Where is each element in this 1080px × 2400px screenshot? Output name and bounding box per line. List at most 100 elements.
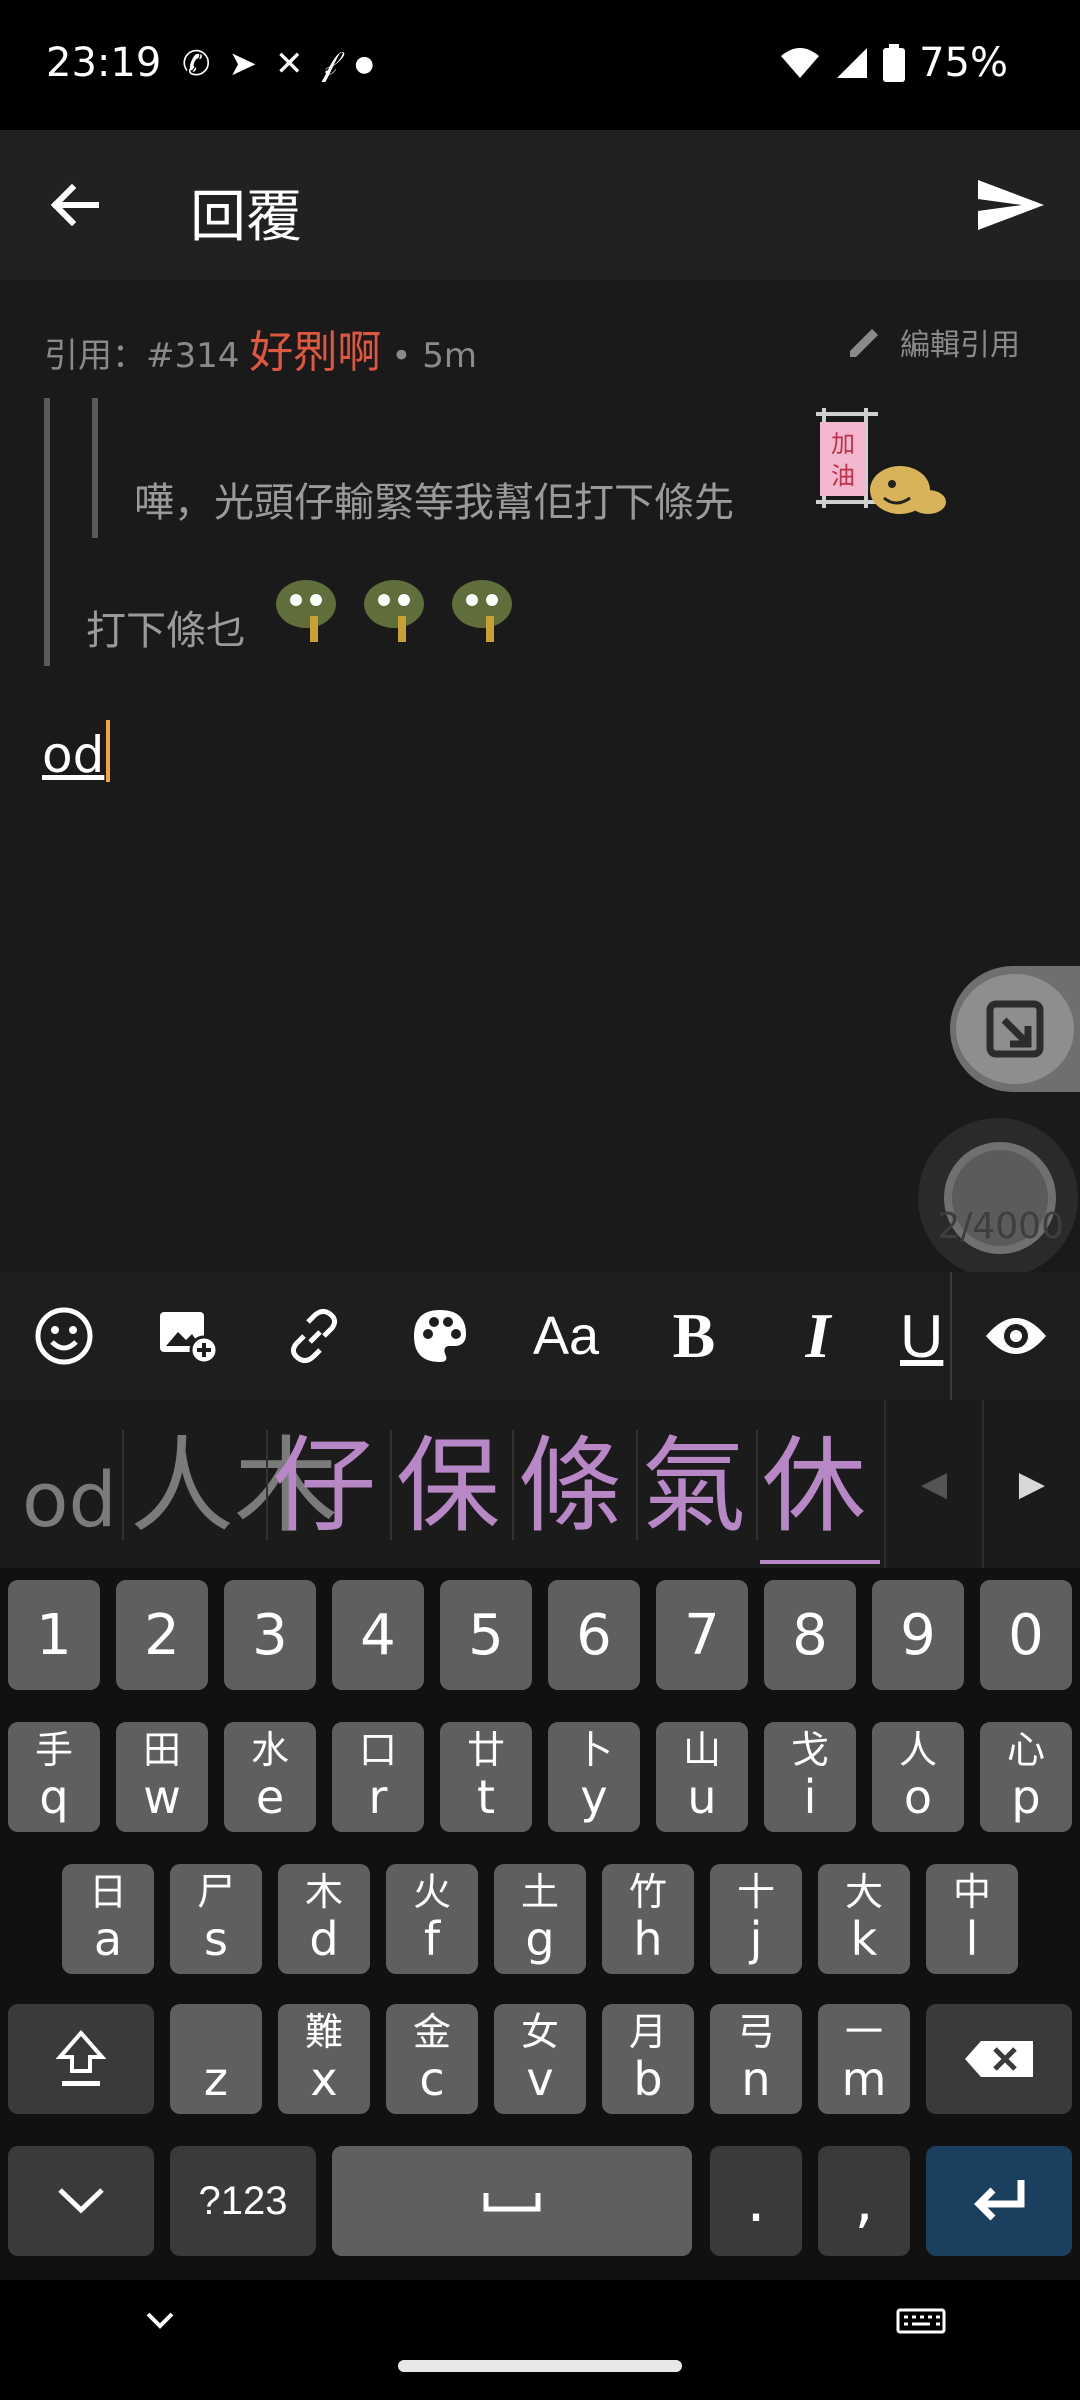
- letter-key[interactable]: 手q: [8, 1722, 100, 1832]
- letter-key[interactable]: 中l: [926, 1864, 1018, 1974]
- candidate-separator: [636, 1430, 638, 1540]
- color-button[interactable]: [400, 1296, 480, 1376]
- letter-key[interactable]: 山u: [656, 1722, 748, 1832]
- number-key[interactable]: 1: [8, 1580, 100, 1690]
- status-right: 75%: [779, 40, 1008, 86]
- letter-key[interactable]: 心p: [980, 1722, 1072, 1832]
- home-handle[interactable]: [398, 2360, 682, 2372]
- app-icon: ✕: [275, 44, 304, 84]
- space-key[interactable]: [332, 2146, 692, 2256]
- letter-key[interactable]: 田w: [116, 1722, 208, 1832]
- reply-input-value: od: [42, 726, 105, 784]
- letter-key[interactable]: 竹h: [602, 1864, 694, 1974]
- number-key[interactable]: 5: [440, 1580, 532, 1690]
- back-button[interactable]: [40, 170, 110, 240]
- key-letter-label: y: [580, 1770, 608, 1824]
- send-button[interactable]: [970, 170, 1050, 240]
- key-radical-label: 大: [844, 1870, 883, 1914]
- number-key[interactable]: 4: [332, 1580, 424, 1690]
- key-radical-label: 廿: [466, 1728, 505, 1772]
- letter-key[interactable]: 難x: [278, 2004, 370, 2114]
- hide-keyboard-key[interactable]: [8, 2146, 154, 2256]
- link-button[interactable]: [274, 1296, 354, 1376]
- key-radical-label: 木: [304, 1870, 343, 1914]
- nested-quote-text: 嘩，光頭仔輸緊等我幫佢打下條先: [134, 480, 734, 526]
- number-key[interactable]: 0: [980, 1580, 1072, 1690]
- letter-key[interactable]: 土g: [494, 1864, 586, 1974]
- letter-key[interactable]: 卜y: [548, 1722, 640, 1832]
- number-key[interactable]: 9: [872, 1580, 964, 1690]
- quote-user[interactable]: 好𠝹啊: [249, 316, 381, 380]
- candidate-item[interactable]: 休: [762, 1426, 866, 1546]
- letter-key[interactable]: 木d: [278, 1864, 370, 1974]
- candidate-separator: [122, 1430, 124, 1540]
- letter-key[interactable]: z: [170, 2004, 262, 2114]
- letter-key[interactable]: 一m: [818, 2004, 910, 2114]
- symbols-key[interactable]: ?123: [170, 2146, 316, 2256]
- send-icon: [978, 180, 1044, 230]
- shift-key[interactable]: [8, 2004, 154, 2114]
- space-icon: [483, 2193, 541, 2212]
- ogre-emoji-icon: [354, 570, 434, 644]
- preview-button[interactable]: [976, 1296, 1056, 1376]
- key-radical-label: 田: [142, 1728, 181, 1772]
- letter-key[interactable]: 戈i: [764, 1722, 856, 1832]
- number-key[interactable]: 8: [764, 1580, 856, 1690]
- number-key[interactable]: 2: [116, 1580, 208, 1690]
- letter-key[interactable]: 尸s: [170, 1864, 262, 1974]
- letter-key[interactable]: 人o: [872, 1722, 964, 1832]
- candidate-item[interactable]: 保: [396, 1426, 500, 1546]
- letter-key[interactable]: 金c: [386, 2004, 478, 2114]
- keyboard-switch-button[interactable]: [896, 2306, 946, 2336]
- candidate-next-button[interactable]: ▶: [984, 1400, 1080, 1568]
- underline-button[interactable]: U: [900, 1296, 950, 1376]
- enter-key[interactable]: [926, 2146, 1072, 2256]
- comma-key[interactable]: ,: [818, 2146, 910, 2256]
- key-letter-label: e: [255, 1770, 285, 1824]
- key-letter-label: c: [419, 2052, 445, 2106]
- italic-button[interactable]: I: [778, 1296, 858, 1376]
- candidate-item[interactable]: 氣: [642, 1426, 746, 1546]
- key-radical-label: 手: [34, 1728, 73, 1772]
- key-letter-label: h: [633, 1912, 663, 1966]
- candidate-item[interactable]: 仔: [272, 1426, 376, 1546]
- key-radical-label: 口: [358, 1728, 397, 1772]
- text-size-button[interactable]: Aa: [526, 1296, 606, 1376]
- number-key[interactable]: 7: [656, 1580, 748, 1690]
- letter-key[interactable]: 日a: [62, 1864, 154, 1974]
- period-key[interactable]: .: [710, 2146, 802, 2256]
- quote-text: 打下條乜: [86, 608, 246, 654]
- letter-key[interactable]: 大k: [818, 1864, 910, 1974]
- letter-key[interactable]: 廿t: [440, 1722, 532, 1832]
- reply-input[interactable]: od: [42, 720, 111, 784]
- floating-tool-button[interactable]: [956, 974, 1074, 1084]
- bold-button[interactable]: B: [654, 1296, 734, 1376]
- letter-key[interactable]: 水e: [224, 1722, 316, 1832]
- letter-key[interactable]: 十j: [710, 1864, 802, 1974]
- nav-hide-keyboard-button[interactable]: [140, 2306, 180, 2336]
- candidate-prev-button[interactable]: ◀: [886, 1400, 982, 1568]
- key-label: 9: [900, 1602, 936, 1668]
- key-radical-label: 人: [898, 1728, 937, 1772]
- whatsapp-icon: ✆: [182, 44, 211, 84]
- backspace-key[interactable]: [926, 2004, 1072, 2114]
- number-key[interactable]: 6: [548, 1580, 640, 1690]
- edit-quote-button[interactable]: 編輯引用: [844, 320, 1020, 364]
- letter-key[interactable]: 口r: [332, 1722, 424, 1832]
- add-image-button[interactable]: [148, 1296, 228, 1376]
- emoji-button[interactable]: [24, 1296, 104, 1376]
- battery-icon: [883, 44, 906, 82]
- key-letter-label: x: [310, 2052, 338, 2106]
- letter-key[interactable]: 弓n: [710, 2004, 802, 2114]
- letter-key[interactable]: 月b: [602, 2004, 694, 2114]
- sticker-dog-icon: [866, 458, 948, 518]
- navigation-bar: [0, 2280, 1080, 2400]
- link-icon: [290, 1308, 338, 1364]
- candidate-item[interactable]: 條: [518, 1426, 622, 1546]
- symbols-key-label: ?123: [198, 2178, 288, 2223]
- letter-key[interactable]: 火f: [386, 1864, 478, 1974]
- key-letter-label: p: [1011, 1770, 1041, 1824]
- number-key[interactable]: 3: [224, 1580, 316, 1690]
- letter-key[interactable]: 女v: [494, 2004, 586, 2114]
- telegram-icon: ➤: [228, 44, 258, 84]
